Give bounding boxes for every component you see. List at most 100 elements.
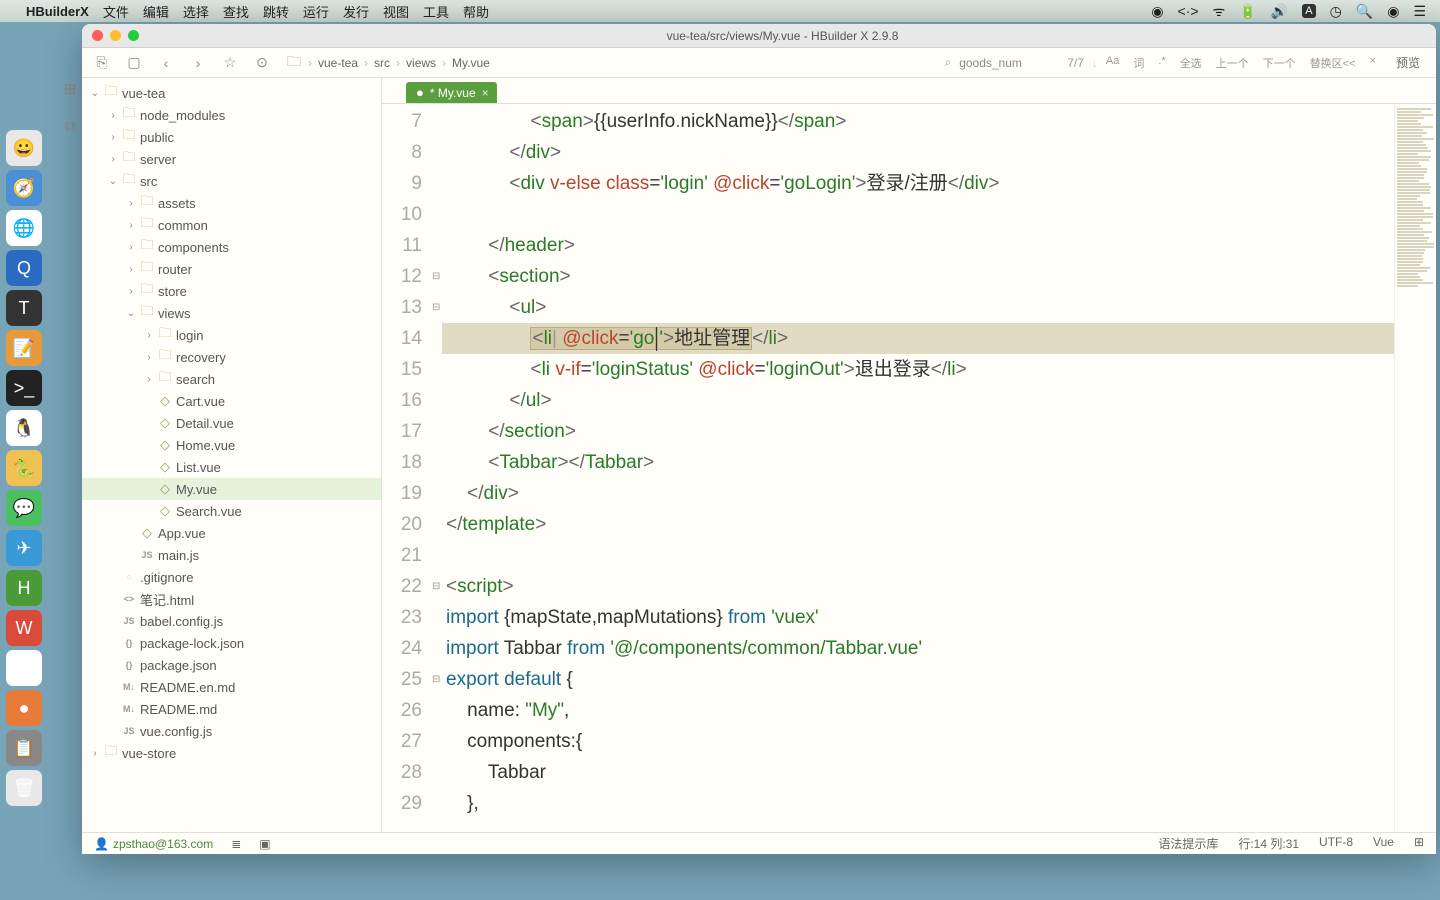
tag-icon[interactable]: ⧉	[65, 118, 76, 135]
tree-item[interactable]: ›🗀router	[82, 258, 381, 280]
menu-icon[interactable]: ☰	[1413, 3, 1426, 20]
maximize-icon[interactable]	[128, 30, 139, 41]
run-icon[interactable]: ⊙	[254, 54, 270, 71]
dock-app[interactable]: T	[6, 290, 42, 326]
tree-item[interactable]: ›🗀public	[82, 126, 381, 148]
dock-app[interactable]: >_	[6, 370, 42, 406]
menu-tools[interactable]: 工具	[423, 2, 449, 21]
tree-item[interactable]: ›🗀common	[82, 214, 381, 236]
minimize-icon[interactable]	[110, 30, 121, 41]
dock-app[interactable]: ✈	[6, 530, 42, 566]
dock-app[interactable]: 💬	[6, 490, 42, 526]
tree-item[interactable]: ◇List.vue	[82, 456, 381, 478]
dock-app[interactable]: 🌐	[6, 210, 42, 246]
tree-item[interactable]: {}package-lock.json	[82, 632, 381, 654]
menu-release[interactable]: 发行	[343, 2, 369, 21]
tree-item[interactable]: ◇Home.vue	[82, 434, 381, 456]
bc-item[interactable]: vue-tea	[318, 56, 358, 70]
menu-file[interactable]: 文件	[103, 2, 129, 21]
tree-item[interactable]: ›🗀login	[82, 324, 381, 346]
tree-item[interactable]: <>笔记.html	[82, 588, 381, 610]
grid-icon[interactable]: ⊞	[1414, 835, 1424, 852]
tree-item[interactable]: ›🗀recovery	[82, 346, 381, 368]
opt-next[interactable]: 下一个	[1263, 55, 1296, 71]
menu-view[interactable]: 视图	[383, 2, 409, 21]
dock-app[interactable]: 📋	[6, 730, 42, 766]
clock-icon[interactable]: ◷	[1330, 3, 1342, 20]
tab-myvue[interactable]: ● * My.vue ×	[406, 82, 497, 103]
battery-icon[interactable]: 🔋	[1239, 3, 1256, 20]
opt-case[interactable]: Aa	[1106, 55, 1119, 71]
dock-app[interactable]: 😀	[6, 130, 42, 166]
tree-icon[interactable]: ⊞	[64, 80, 77, 98]
minimap[interactable]	[1394, 104, 1436, 832]
tree-item[interactable]: JSbabel.config.js	[82, 610, 381, 632]
app-name[interactable]: HBuilderX	[26, 4, 89, 19]
opt-selectall[interactable]: 全选	[1180, 55, 1202, 71]
back-icon[interactable]: ‹	[158, 55, 174, 71]
bc-item[interactable]: views	[406, 56, 436, 70]
tree-item[interactable]: ◇My.vue	[82, 478, 381, 500]
tree-item[interactable]: ◇App.vue	[82, 522, 381, 544]
menu-goto[interactable]: 跳转	[263, 2, 289, 21]
tree-item[interactable]: M↓README.en.md	[82, 676, 381, 698]
menu-help[interactable]: 帮助	[463, 2, 489, 21]
menu-run[interactable]: 运行	[303, 2, 329, 21]
opt-close[interactable]: ×	[1370, 55, 1376, 71]
opt-regex[interactable]: .*	[1158, 55, 1165, 71]
dock-app[interactable]: 🐧	[6, 410, 42, 446]
close-icon[interactable]	[92, 30, 103, 41]
opt-word[interactable]: 词	[1133, 55, 1144, 71]
record-icon[interactable]: ◉	[1151, 3, 1163, 20]
dock-app[interactable]: W	[6, 610, 42, 646]
tree-item[interactable]: ›🗀server	[82, 148, 381, 170]
tree-item[interactable]: ◇Cart.vue	[82, 390, 381, 412]
dock-app[interactable]: Q	[6, 250, 42, 286]
tree-item[interactable]: ›🗀search	[82, 368, 381, 390]
status-encoding[interactable]: UTF-8	[1319, 835, 1353, 852]
tab-close-icon[interactable]: ×	[482, 86, 489, 100]
search-icon[interactable]: 🔍	[1356, 3, 1373, 20]
code-icon[interactable]: <·>	[1178, 3, 1199, 19]
tree-item[interactable]: ◌.gitignore	[82, 566, 381, 588]
siri-icon[interactable]: ◉	[1387, 3, 1399, 20]
tree-item[interactable]: ›🗀store	[82, 280, 381, 302]
menu-find[interactable]: 查找	[223, 2, 249, 21]
dock-app[interactable]: 🧭	[6, 170, 42, 206]
bc-item[interactable]: My.vue	[452, 56, 490, 70]
tree-item[interactable]: ◇Detail.vue	[82, 412, 381, 434]
opt-prev[interactable]: 上一个	[1216, 55, 1249, 71]
search-input[interactable]	[959, 56, 1059, 70]
sidebar-toggle-icon[interactable]: ⎘	[94, 54, 110, 71]
terminal-icon[interactable]: ▣	[259, 837, 270, 851]
status-syntax[interactable]: 语法提示库	[1158, 835, 1218, 852]
tree-item[interactable]: ›🗀node_modules	[82, 104, 381, 126]
tree-item[interactable]: ⌄🗀vue-tea	[82, 82, 381, 104]
forward-icon[interactable]: ›	[190, 55, 206, 71]
wifi-icon[interactable]: ᯤ	[1213, 2, 1226, 21]
tree-item[interactable]: JSmain.js	[82, 544, 381, 566]
dock-app[interactable]: ∞	[6, 650, 42, 686]
dock-app[interactable]: 🐍	[6, 450, 42, 486]
favorite-icon[interactable]: ☆	[222, 54, 238, 71]
ime-icon[interactable]: A	[1302, 4, 1315, 18]
preview-button[interactable]: 预览	[1392, 54, 1424, 71]
tree-item[interactable]: ◇Search.vue	[82, 500, 381, 522]
tree-item[interactable]: JSvue.config.js	[82, 720, 381, 742]
dock-app[interactable]: 📝	[6, 330, 42, 366]
dock-app[interactable]: 🗑	[6, 770, 42, 806]
code-content[interactable]: <span>{{userInfo.nickName}}</span> </div…	[442, 104, 1394, 832]
code-editor[interactable]: 7891011121314151617181920212223242526272…	[382, 104, 1436, 832]
tree-item[interactable]: ›🗀vue-store	[82, 742, 381, 764]
titlebar[interactable]: vue-tea/src/views/My.vue - HBuilder X 2.…	[82, 24, 1436, 48]
volume-icon[interactable]: 🔊	[1271, 3, 1288, 20]
dock-app[interactable]: ●	[6, 690, 42, 726]
status-user[interactable]: 👤zpsthao@163.com	[94, 837, 213, 851]
menu-select[interactable]: 选择	[183, 2, 209, 21]
opt-replace[interactable]: 替换区<<	[1310, 55, 1356, 71]
menu-edit[interactable]: 编辑	[143, 2, 169, 21]
status-language[interactable]: Vue	[1373, 835, 1394, 852]
dock-app[interactable]: H	[6, 570, 42, 606]
tree-item[interactable]: ⌄🗀views	[82, 302, 381, 324]
bc-item[interactable]: src	[374, 56, 390, 70]
